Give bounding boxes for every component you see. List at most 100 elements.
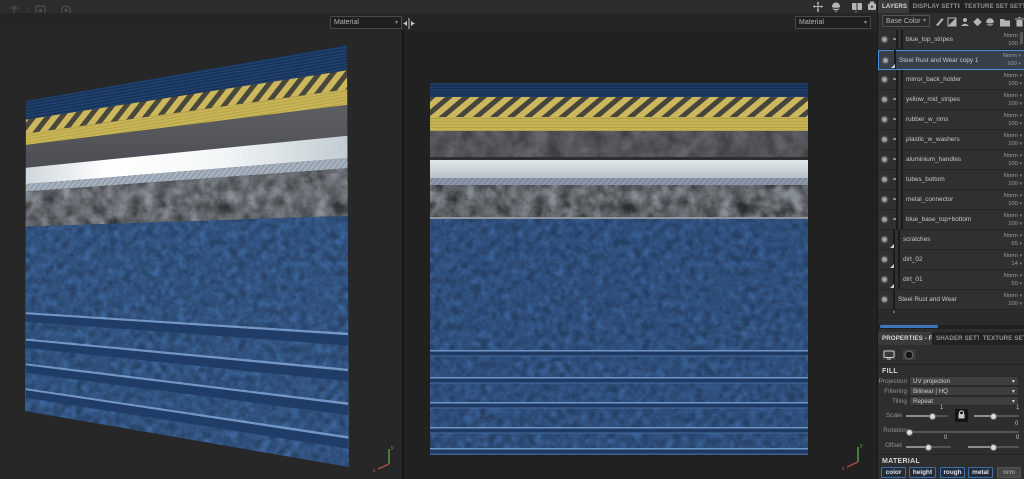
layer-mask-thumbnail[interactable] [898,249,900,269]
layer-opacity-dropdown[interactable]: 14 ▾ [1011,261,1022,267]
offset-x-slider[interactable] [906,443,951,451]
layer-opacity-dropdown[interactable]: 100 ▾ [1008,101,1022,107]
layer-opacity-dropdown[interactable]: 100 ▾ [1008,221,1022,227]
add-folder-icon[interactable] [1000,19,1010,27]
layer-mask-thumbnail[interactable] [901,89,903,109]
visibility-eye-icon[interactable] [882,157,887,162]
layer-row[interactable]: Steel Rust and Wear copy 1 Norm ▾ 100 ▾ [878,50,1024,73]
layer-mask-thumbnail[interactable] [901,189,903,209]
material-mode-button[interactable] [881,348,897,361]
channel-metal-button[interactable]: metal [968,467,993,478]
layer-mask-thumbnail[interactable] [901,69,903,89]
visibility-eye-icon[interactable] [882,257,887,262]
visibility-eye-icon[interactable] [882,217,887,222]
projection-dropdown[interactable]: UV projection ▾ [909,376,1019,386]
channel-height-button[interactable]: height [909,467,936,478]
camera-icon[interactable] [868,1,876,10]
layer-thumbnail[interactable] [896,69,898,89]
left-viewport-mode-dropdown[interactable]: Material ▾ [330,16,402,29]
channel-filter-dropdown[interactable]: Base Color ▾ [882,15,930,27]
layer-mask-thumbnail[interactable] [901,129,903,149]
visibility-eye-icon[interactable] [882,197,887,202]
filtering-dropdown[interactable]: Bilinear | HQ ▾ [909,386,1019,396]
tab-display-settings[interactable]: DISPLAY SETTINGS [909,0,961,13]
rotation-slider[interactable] [906,428,1019,436]
visibility-eye-icon[interactable] [882,297,887,302]
visibility-eye-icon[interactable] [882,137,887,142]
tab-layers[interactable]: LAYERS × [878,0,909,13]
layer-row[interactable]: scratches Norm ▾ 65 ▾ [878,229,1024,253]
layer-thumbnail[interactable] [896,29,898,49]
layer-opacity-dropdown[interactable]: 100 ▾ [1008,201,1022,207]
layer-mask-thumbnail[interactable] [901,109,903,129]
layer-row[interactable]: metal_connector Norm ▾ 100 ▾ [878,189,1024,213]
visibility-eye-icon[interactable] [882,37,887,42]
layer-row[interactable]: tubes_bottom Norm ▾ 100 ▾ [878,169,1024,193]
add-fill-layer-icon[interactable] [947,17,957,27]
layer-row[interactable]: aluminium_handles Norm ▾ 100 ▾ [878,149,1024,173]
scale-link-lock-button[interactable] [954,408,969,423]
layer-row[interactable]: plastic_w_washers Norm ▾ 100 ▾ [878,129,1024,153]
layer-opacity-dropdown[interactable]: 65 ▾ [1011,241,1022,247]
layer-thumbnail[interactable] [896,169,898,189]
channel-rough-button[interactable]: rough [940,467,965,478]
layer-opacity-dropdown[interactable]: 100 ▾ [1008,301,1022,307]
offset-y-slider[interactable] [968,443,1019,451]
layer-thumbnail[interactable] [896,189,898,209]
visibility-eye-icon[interactable] [882,277,887,282]
add-effect-icon[interactable] [973,17,982,27]
layer-thumbnail[interactable] [893,229,895,249]
add-paint-layer-icon[interactable] [936,18,944,26]
visibility-eye-icon[interactable] [883,57,888,63]
channel-color-button[interactable]: color [881,467,906,478]
layer-thumbnail[interactable] [894,50,896,69]
layer-mask-thumbnail[interactable] [901,29,903,49]
tab-texture-set-settings[interactable]: TEXTURE SET SETTINGS [960,0,1024,13]
sphere-preview-button[interactable] [901,348,917,361]
scale-y-slider[interactable] [974,412,1019,420]
layer-thumbnail[interactable] [896,149,898,169]
layer-blend-dropdown[interactable]: Norm ▾ [1004,233,1022,239]
tiling-dropdown[interactable]: Repeat ▾ [909,396,1019,406]
visibility-eye-icon[interactable] [882,237,887,242]
viewport-splitter-icon[interactable] [401,17,417,30]
layer-blend-dropdown[interactable]: Norm ▾ [1004,73,1022,79]
layer-thumbnail[interactable] [896,209,898,229]
layer-thumbnail[interactable] [893,249,895,269]
layer-opacity-dropdown[interactable]: 100 ▾ [1008,81,1022,87]
layer-opacity-dropdown[interactable]: 100 ▾ [1008,161,1022,167]
layer-mask-thumbnail[interactable] [901,149,903,169]
layer-row[interactable]: yellow_mid_stripes Norm ▾ 100 ▾ [878,89,1024,113]
layers-vertical-scrollbar[interactable] [1020,32,1023,44]
layer-thumbnail[interactable] [893,289,895,309]
layer-row[interactable]: dirt_02 Norm ▾ 14 ▾ [878,249,1024,273]
tab-texture-set[interactable]: TEXTURE SET ... [979,332,1024,345]
layer-blend-dropdown[interactable]: Norm ▾ [1004,253,1022,259]
layer-thumbnail[interactable] [896,129,898,149]
layer-opacity-dropdown[interactable]: 100 ▾ [1007,61,1021,67]
layer-blend-dropdown[interactable]: Norm ▾ [1004,213,1022,219]
layer-opacity-dropdown[interactable]: 100 ▾ [1008,141,1022,147]
layer-blend-dropdown[interactable]: Norm ▾ [1004,133,1022,139]
layer-mask-thumbnail[interactable] [898,229,900,249]
layer-opacity-dropdown[interactable]: 100 ▾ [1008,181,1022,187]
tab-shader-settings[interactable]: SHADER SETTI... [932,332,979,345]
layer-blend-dropdown[interactable]: Norm ▾ [1004,293,1022,299]
add-generator-icon[interactable] [986,18,994,26]
layer-opacity-dropdown[interactable]: 100 ▾ [1008,121,1022,127]
layer-blend-dropdown[interactable]: Norm ▾ [1004,173,1022,179]
layer-thumbnail[interactable] [893,269,895,289]
visibility-eye-icon[interactable] [882,97,887,102]
tab-properties-fill[interactable]: PROPERTIES - F... × [878,332,932,345]
layer-thumbnail[interactable] [896,109,898,129]
visibility-eye-icon[interactable] [882,177,887,182]
layer-thumbnail[interactable] [896,89,898,109]
layer-blend-dropdown[interactable]: Norm ▾ [1004,93,1022,99]
layer-row[interactable]: Steel Rust and Wear Norm ▾ 100 ▾ [878,289,1024,313]
visibility-eye-icon[interactable] [882,117,887,122]
layer-blend-dropdown[interactable]: Norm ▾ [1004,193,1022,199]
add-smart-material-icon[interactable] [961,18,969,26]
layers-horizontal-scrollbar[interactable] [880,325,938,328]
visibility-eye-icon[interactable] [882,77,887,82]
layer-row[interactable]: dirt_01 Norm ▾ 50 ▾ [878,269,1024,293]
